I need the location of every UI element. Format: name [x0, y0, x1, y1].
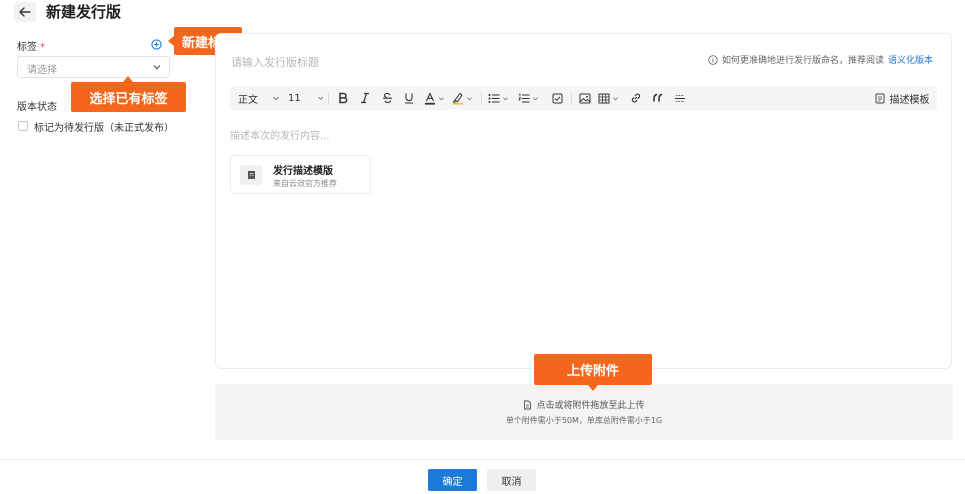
checkbox-icon: [552, 93, 562, 103]
upload-hint-row: 点击或将附件拖放至此上传: [215, 398, 953, 411]
tag-label: 标签 *: [17, 38, 45, 53]
template-card-title: 发行描述模版: [273, 166, 333, 177]
editor-toolbar: 正文 11 描述模板: [230, 86, 937, 110]
tag-select[interactable]: 请选择: [17, 56, 170, 78]
chevron-down-icon: [533, 96, 538, 100]
strikethrough-button[interactable]: [378, 86, 396, 110]
info-icon: [708, 54, 718, 65]
toolbar-divider: [571, 92, 572, 104]
template-card[interactable]: 发行描述模版 来自云效官方推荐: [230, 155, 371, 194]
template-icon: [875, 93, 884, 103]
paragraph-label: 正文: [238, 94, 258, 106]
table-button[interactable]: [598, 86, 624, 110]
chevron-down-icon: [439, 96, 444, 100]
bullet-list-icon: [488, 93, 500, 103]
italic-icon: [361, 92, 369, 104]
editor-card: [215, 33, 952, 369]
italic-button[interactable]: [356, 86, 374, 110]
chevron-down-icon: [613, 96, 618, 100]
template-button-label: 描述模板: [889, 94, 930, 106]
font-color-icon: [425, 91, 435, 105]
hint-text: 如何更准确地进行发行版命名，推荐阅读: [722, 56, 885, 66]
description-template-button[interactable]: 描述模板: [873, 86, 931, 110]
table-icon: [598, 93, 610, 103]
callout-select-tag: 选择已有标签: [71, 76, 186, 112]
document-icon: [247, 171, 255, 179]
tag-select-placeholder: 请选择: [27, 65, 57, 76]
upload-limit-text: 单个附件需小于50M，单库总附件需小于1G: [505, 416, 663, 425]
strikethrough-icon: [382, 92, 392, 104]
arrow-left-icon: [19, 7, 31, 17]
chevron-down-icon: [273, 96, 279, 101]
divider-button[interactable]: [671, 86, 689, 110]
chevron-down-icon: [467, 96, 472, 100]
status-label: 版本状态: [17, 102, 57, 113]
upload-hint-text: 点击或将附件拖放至此上传: [536, 401, 645, 411]
upload-dropzone[interactable]: 点击或将附件拖放至此上传 单个附件需小于50M，单库总附件需小于1G: [215, 384, 953, 440]
naming-hint: 如何更准确地进行发行版命名，推荐阅读 语义化版本: [708, 53, 933, 66]
underline-icon: [405, 93, 413, 104]
toolbar-divider: [481, 92, 482, 104]
confirm-button[interactable]: 确定: [428, 469, 477, 491]
chevron-down-icon: [153, 65, 161, 70]
bold-icon: [339, 92, 348, 104]
link-button[interactable]: [627, 86, 645, 110]
prerelease-checkbox[interactable]: [18, 121, 28, 131]
image-icon: [579, 93, 591, 103]
toolbar-divider: [328, 92, 329, 104]
cancel-button[interactable]: 取消: [487, 469, 536, 491]
chevron-down-icon: [317, 96, 323, 101]
release-title-input[interactable]: 请输入发行版标题: [231, 54, 319, 70]
ordered-list-icon: [518, 93, 530, 102]
template-card-subtitle: 来自云效官方推荐: [273, 179, 337, 188]
quote-button[interactable]: [649, 86, 667, 110]
bold-button[interactable]: [334, 86, 352, 110]
image-button[interactable]: [576, 86, 594, 110]
quote-icon: [652, 93, 662, 102]
underline-button[interactable]: [400, 86, 418, 110]
task-list-button[interactable]: [548, 86, 566, 110]
page-title: 新建发行版: [46, 3, 122, 21]
semver-link[interactable]: 语义化版本: [888, 53, 933, 66]
highlighter-icon: [452, 92, 463, 105]
prerelease-label: 标记为待发行版（未正式发布）: [34, 123, 174, 134]
font-size-select[interactable]: 11: [288, 86, 324, 110]
horizontal-rule-icon: [675, 94, 685, 102]
callout-upload: 上传附件: [534, 354, 652, 391]
chevron-down-icon: [503, 96, 508, 100]
link-icon: [631, 93, 641, 103]
highlight-button[interactable]: [452, 86, 476, 110]
ordered-list-button[interactable]: [518, 86, 544, 110]
file-icon: [524, 400, 532, 409]
paragraph-select[interactable]: 正文: [238, 86, 282, 110]
font-color-button[interactable]: [424, 86, 448, 110]
add-tag-icon[interactable]: [151, 39, 162, 50]
bullet-list-button[interactable]: [488, 86, 514, 110]
tag-label-text: 标签: [17, 42, 37, 53]
release-content-input[interactable]: 描述本次的发行内容...: [230, 127, 330, 142]
footer-divider: [0, 459, 965, 460]
template-card-icon-box: [240, 165, 262, 185]
required-mark: *: [40, 42, 45, 53]
font-size-label: 11: [288, 92, 301, 104]
back-button[interactable]: [14, 2, 36, 22]
